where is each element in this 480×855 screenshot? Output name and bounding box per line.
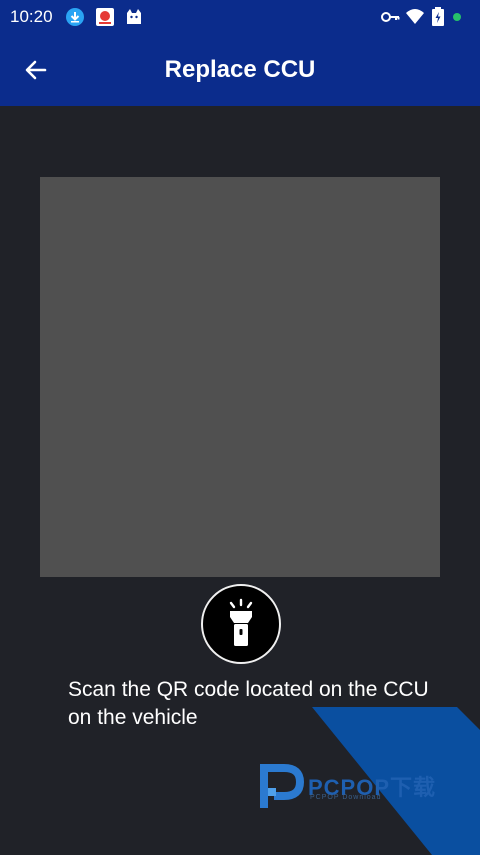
- watermark: PCPOP下载 PCPOP Download: [258, 762, 473, 810]
- app-bar: 10:20 Replace CCU: [0, 0, 480, 106]
- cat-app-icon: [124, 7, 144, 27]
- download-icon: [65, 7, 85, 27]
- status-time: 10:20: [10, 7, 53, 26]
- green-dot-icon: [447, 7, 467, 27]
- toolbar: Replace CCU: [0, 34, 480, 106]
- watermark-subtitle: PCPOP Download: [310, 794, 382, 801]
- scan-instruction-text: Scan the QR code located on the CCU on t…: [68, 678, 429, 729]
- wifi-icon: [405, 7, 425, 27]
- app-notification-icon: [95, 7, 115, 27]
- page-title: Replace CCU: [164, 56, 316, 83]
- battery-icon: [428, 7, 448, 27]
- status-bar: 10:20: [0, 0, 480, 34]
- qr-scanner-viewfinder: [40, 177, 440, 577]
- vpn-key-icon: [380, 7, 400, 27]
- pcpop-logo-icon: [260, 764, 304, 808]
- flashlight-icon: [229, 598, 253, 646]
- flashlight-button[interactable]: [201, 584, 281, 664]
